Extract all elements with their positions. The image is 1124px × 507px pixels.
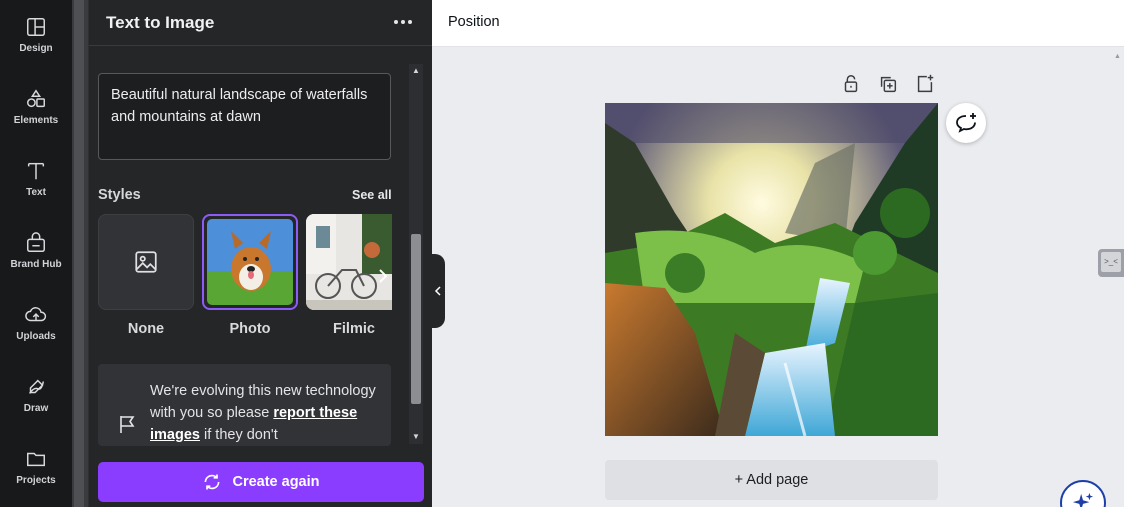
elements-icon bbox=[27, 89, 45, 108]
panel-scrollbar[interactable]: ▲ ▼ bbox=[409, 64, 423, 444]
text-icon bbox=[27, 162, 45, 180]
rail-item-design[interactable]: Design bbox=[0, 10, 72, 72]
collapse-panel-button[interactable] bbox=[431, 254, 445, 328]
see-all-link[interactable]: See all bbox=[352, 188, 392, 202]
position-button[interactable]: Position bbox=[448, 14, 500, 30]
sparkle-icon bbox=[1072, 492, 1094, 507]
rail-item-uploads[interactable]: Uploads bbox=[0, 298, 72, 360]
comment-plus-icon bbox=[956, 113, 976, 133]
rail-item-elements[interactable]: Elements bbox=[0, 82, 72, 144]
feedback-notice: We're evolving this new technology with … bbox=[98, 364, 391, 446]
style-option-photo[interactable] bbox=[202, 214, 298, 310]
style-name-filmic: Filmic bbox=[333, 321, 375, 337]
panel-title: Text to Image bbox=[106, 13, 215, 32]
dot-icon bbox=[408, 20, 412, 24]
magic-assistant-button[interactable] bbox=[1060, 480, 1106, 507]
generated-image[interactable] bbox=[605, 103, 938, 436]
panel-header: Text to Image bbox=[89, 0, 433, 46]
scroll-thumb[interactable] bbox=[411, 234, 421, 404]
rail-label: Elements bbox=[13, 115, 59, 126]
rail-label: Design bbox=[19, 43, 53, 54]
draw-icon bbox=[28, 379, 45, 394]
chevron-left-icon bbox=[434, 286, 441, 296]
style-option-none[interactable] bbox=[98, 214, 194, 310]
context-toolbar: Position bbox=[432, 0, 1124, 47]
text-to-image-panel: Text to Image Beautiful natural landscap… bbox=[88, 0, 433, 507]
rail-item-draw[interactable]: Draw bbox=[0, 370, 72, 432]
brand-hub-icon bbox=[27, 232, 45, 252]
photo-style-thumbnail bbox=[207, 219, 293, 305]
screen-capture-icon: >_< bbox=[1101, 252, 1121, 272]
duplicate-page-icon[interactable] bbox=[877, 73, 899, 95]
rail-item-brand-hub[interactable]: Brand Hub bbox=[0, 226, 72, 288]
add-page-icon[interactable] bbox=[914, 73, 936, 95]
dot-icon bbox=[394, 20, 398, 24]
rail-item-text[interactable]: Text bbox=[0, 154, 72, 216]
projects-icon bbox=[27, 452, 45, 467]
rail-label: Draw bbox=[23, 403, 49, 414]
lock-icon[interactable] bbox=[840, 73, 862, 95]
create-again-label: Create again bbox=[232, 474, 320, 490]
uploads-icon bbox=[25, 307, 47, 322]
rail-scroll-bar[interactable] bbox=[74, 0, 84, 507]
dot-icon bbox=[401, 20, 405, 24]
add-comment-button[interactable] bbox=[946, 103, 986, 143]
rail-label: Brand Hub bbox=[10, 259, 62, 270]
rail-label: Projects bbox=[16, 475, 56, 486]
more-options-button[interactable] bbox=[391, 12, 415, 32]
image-placeholder-icon bbox=[135, 251, 157, 273]
create-again-button[interactable]: Create again bbox=[98, 462, 424, 502]
canvas-scrollbar[interactable]: ▲ bbox=[1112, 47, 1124, 507]
notice-text: We're evolving this new technology with … bbox=[150, 380, 385, 446]
prompt-textarea[interactable]: Beautiful natural landscape of waterfall… bbox=[98, 73, 391, 160]
notice-text-after: if they don't bbox=[199, 427, 278, 443]
style-name-none: None bbox=[127, 321, 165, 337]
rail-label: Text bbox=[26, 187, 46, 198]
scroll-up-arrow-icon[interactable]: ▲ bbox=[1114, 53, 1121, 60]
design-icon bbox=[27, 18, 45, 36]
refresh-icon bbox=[204, 474, 220, 490]
left-rail: Design Elements Text Brand Hub Uploads D… bbox=[0, 0, 72, 507]
styles-heading: Styles bbox=[98, 187, 141, 203]
side-panel-tab[interactable]: >_< bbox=[1098, 249, 1124, 277]
scroll-up-arrow-icon[interactable]: ▲ bbox=[411, 66, 421, 76]
style-option-filmic[interactable] bbox=[306, 214, 392, 310]
page-toolbar bbox=[840, 73, 936, 95]
add-page-button[interactable]: + Add page bbox=[605, 460, 938, 500]
chevron-right-icon[interactable] bbox=[375, 266, 393, 288]
rail-item-projects[interactable]: Projects bbox=[0, 442, 72, 504]
rail-divider bbox=[72, 0, 88, 507]
scroll-down-arrow-icon[interactable]: ▼ bbox=[411, 432, 421, 442]
style-name-photo: Photo bbox=[229, 321, 271, 337]
flag-icon bbox=[120, 416, 135, 433]
rail-label: Uploads bbox=[16, 331, 56, 342]
